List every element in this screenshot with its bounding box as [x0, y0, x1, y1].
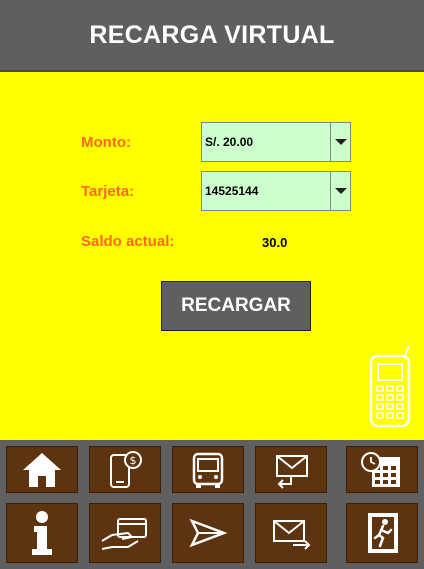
page-title: RECARGA VIRTUAL	[89, 20, 335, 49]
info-icon	[32, 511, 52, 555]
recharge-form: Monto: S/. 20.00 Tarjeta: 14525144 Saldo…	[0, 72, 424, 440]
svg-text:$: $	[130, 454, 137, 467]
recharge-button[interactable]: RECARGAR	[161, 281, 311, 331]
send-icon	[189, 518, 228, 548]
calendar-schedule-icon	[361, 451, 400, 487]
card-select-value: 14525144	[205, 184, 259, 198]
nav-bus-button[interactable]	[172, 446, 244, 493]
amount-select[interactable]: S/. 20.00	[201, 122, 351, 162]
exit-icon	[368, 513, 398, 553]
bus-icon	[192, 452, 224, 488]
balance-value: 30.0	[262, 235, 288, 250]
nav-mobile-payment-button[interactable]: $	[89, 446, 161, 493]
amount-label: Monto:	[81, 134, 131, 151]
bottom-navigation: $	[0, 440, 424, 569]
nav-send-button[interactable]	[172, 503, 244, 563]
message-reply-icon	[276, 454, 308, 489]
home-icon	[23, 452, 61, 487]
nav-info-button[interactable]	[6, 503, 78, 563]
mobile-phone-icon	[369, 345, 411, 428]
nav-home-button[interactable]	[6, 446, 78, 493]
mobile-payment-icon: $	[110, 450, 142, 488]
card-payment-icon	[101, 518, 147, 550]
nav-mail-forward-button[interactable]	[255, 503, 327, 563]
chevron-down-icon[interactable]	[330, 123, 350, 161]
amount-select-value: S/. 20.00	[205, 135, 254, 149]
nav-message-reply-button[interactable]	[255, 446, 327, 493]
card-select[interactable]: 14525144	[201, 171, 351, 211]
nav-card-payment-button[interactable]	[89, 503, 161, 563]
nav-calendar-button[interactable]	[346, 446, 418, 493]
card-label: Tarjeta:	[81, 183, 135, 200]
app-header: RECARGA VIRTUAL	[0, 0, 424, 72]
nav-exit-button[interactable]	[346, 503, 418, 563]
mail-forward-icon	[273, 520, 311, 550]
chevron-down-icon[interactable]	[330, 172, 350, 210]
balance-label: Saldo actual:	[81, 233, 175, 250]
